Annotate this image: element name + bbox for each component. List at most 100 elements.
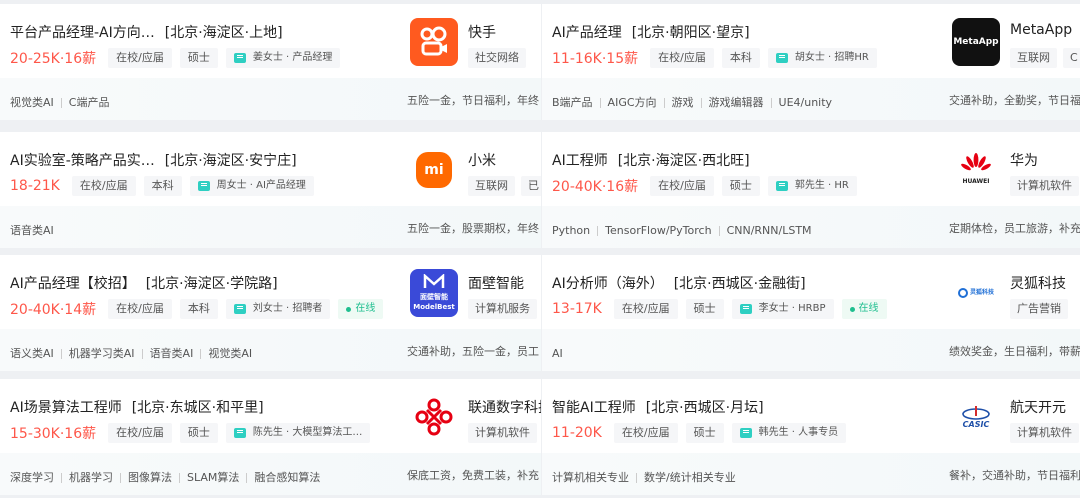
job-card[interactable]: AI场景算法工程师 [北京·东城区·和平里] 15-30K·16薪 在校/应届 硕士 陈先…	[0, 379, 541, 495]
requirement-tag: 硕士	[179, 48, 218, 68]
company-tags: 计算机软件	[1010, 176, 1079, 196]
recruiter-badge[interactable]: 周女士 · AI产品经理	[189, 176, 314, 196]
modelbest-logo[interactable]: 面壁智能 ModelBest	[410, 269, 458, 317]
job-info-row: 11-16K·15薪 在校/应届 本科 胡女士 · 招聘HR	[552, 48, 877, 68]
job-card[interactable]: AI工程师 [北京·海淀区·西北旺] 20-40K·16薪 在校/应届 硕士 郭先生 · …	[542, 132, 1080, 248]
online-status-badge: 在线	[841, 299, 887, 319]
job-title-row: 平台产品经理-AI方向… [北京·海淀区·上地]	[10, 22, 283, 42]
company-name[interactable]: 小米	[468, 150, 496, 170]
recruiter-name: 韩先生 · 人事专员	[758, 427, 839, 438]
company-tags: 计算机软件	[468, 423, 537, 443]
recruiter-name: 周女士 · AI产品经理	[216, 180, 306, 191]
recruiter-name: 陈先生 · 大模型算法工…	[252, 427, 363, 438]
company-name[interactable]: 快手	[468, 22, 496, 42]
chat-icon	[739, 428, 752, 438]
salary: 11-16K·15薪	[552, 51, 639, 67]
recruiter-badge[interactable]: 郭先生 · HR	[767, 176, 857, 196]
job-title[interactable]: AI分析师（海外）	[552, 276, 664, 292]
online-label: 在线	[858, 303, 879, 314]
job-title[interactable]: AI产品经理	[552, 25, 622, 41]
company-name[interactable]: MetaApp	[1010, 22, 1072, 38]
company-tag: 计算机软件	[1010, 176, 1079, 196]
recruiter-badge[interactable]: 韩先生 · 人事专员	[731, 423, 847, 443]
job-info-row: 15-30K·16薪 在校/应届 硕士 陈先生 · 大模型算法工…	[10, 423, 371, 443]
job-location: [北京·西城区·金融街]	[673, 276, 806, 292]
company-name[interactable]: 面壁智能	[468, 273, 524, 293]
recruiter-name: 郭先生 · HR	[794, 180, 849, 191]
job-card[interactable]: 平台产品经理-AI方向… [北京·海淀区·上地] 20-25K·16薪 在校/应届 硕士…	[0, 4, 541, 120]
job-title-row: AI产品经理【校招】 [北京·海淀区·学院路]	[10, 273, 278, 293]
job-title[interactable]: AI工程师	[552, 153, 608, 169]
company-name[interactable]: 航天开元	[1010, 397, 1066, 417]
metaapp-logo[interactable]: MetaApp	[952, 18, 1000, 66]
company-tags: 广告营销	[1010, 299, 1068, 319]
skill-tag: C端产品	[60, 97, 117, 108]
company-tag: 社交网络	[468, 48, 526, 68]
job-location: [北京·东城区·和平里]	[131, 400, 264, 416]
company-name[interactable]: 灵狐科技	[1010, 273, 1066, 293]
requirement-tag: 在校/应届	[108, 299, 172, 319]
company-tags: 计算机软件	[1010, 423, 1079, 443]
job-location: [北京·海淀区·西北旺]	[617, 153, 750, 169]
recruiter-name: 李女士 · HRBP	[758, 303, 826, 314]
job-title[interactable]: 平台产品经理-AI方向…	[10, 25, 155, 41]
company-tag: 广告营销	[1010, 299, 1068, 319]
company-tag: 计算机服务	[468, 299, 537, 319]
requirement-tag: 硕士	[721, 176, 760, 196]
company-name[interactable]: 联通数字科技	[468, 397, 541, 417]
xiaomi-logo[interactable]: mi	[410, 146, 458, 194]
chat-icon	[197, 181, 210, 191]
salary: 20-25K·16薪	[10, 51, 97, 67]
job-title[interactable]: AI产品经理【校招】	[10, 276, 136, 292]
job-title[interactable]: AI场景算法工程师	[10, 400, 122, 416]
unicom-logo[interactable]	[410, 393, 458, 441]
company-tag: C	[1063, 48, 1080, 68]
job-title[interactable]: AI实验室-策略产品实…	[10, 153, 155, 169]
chat-icon	[775, 53, 788, 63]
recruiter-badge[interactable]: 姜女士 · 产品经理	[225, 48, 341, 68]
company-benefits: 交通补助，全勤奖，节日福	[949, 94, 1080, 107]
requirement-tag: 本科	[143, 176, 182, 196]
skill-tag: SLAM算法	[179, 472, 246, 483]
company-benefits: 绩效奖金，生日福利，带薪	[949, 345, 1080, 358]
skill-tag: 融合感知算法	[246, 472, 327, 483]
company-name[interactable]: 华为	[1010, 150, 1038, 170]
chat-icon	[233, 304, 246, 314]
job-card[interactable]: AI产品经理 [北京·朝阳区·望京] 11-16K·15薪 在校/应届 本科 胡女士 · …	[542, 4, 1080, 120]
requirement-tag: 本科	[179, 299, 218, 319]
recruiter-badge[interactable]: 胡女士 · 招聘HR	[767, 48, 877, 68]
chat-icon	[739, 304, 752, 314]
recruiter-name: 姜女士 · 产品经理	[252, 52, 333, 63]
company-tag: 计算机软件	[1010, 423, 1079, 443]
salary: 13-17K	[552, 301, 602, 317]
job-card[interactable]: AI产品经理【校招】 [北京·海淀区·学院路] 20-40K·14薪 在校/应届 本科 刘…	[0, 255, 541, 371]
skill-tag: AIGC方向	[599, 97, 664, 108]
casic-logo[interactable]: CASIC	[952, 393, 1000, 441]
linghu-logo[interactable]: 灵狐科技	[952, 269, 1000, 317]
skill-tags: 计算机相关专业 数学/统计相关专业	[552, 471, 743, 484]
huawei-logo[interactable]: HUAWEI	[952, 146, 1000, 194]
job-column-right: AI产品经理 [北京·朝阳区·望京] 11-16K·15薪 在校/应届 本科 胡女士 · …	[542, 0, 1080, 498]
requirement-tag: 在校/应届	[71, 176, 136, 196]
recruiter-badge[interactable]: 陈先生 · 大模型算法工…	[225, 423, 371, 443]
job-title[interactable]: 智能AI工程师	[552, 400, 636, 416]
skill-tag: 计算机相关专业	[552, 471, 629, 484]
skill-tag: 机器学习类AI	[60, 348, 142, 359]
company-tags: 计算机服务	[468, 299, 537, 319]
job-info-row: 20-25K·16薪 在校/应届 硕士 姜女士 · 产品经理	[10, 48, 341, 68]
recruiter-badge[interactable]: 李女士 · HRBP	[731, 299, 834, 319]
company-tags: 社交网络	[468, 48, 526, 68]
job-info-row: 20-40K·14薪 在校/应届 本科 刘女士 · 招聘者 在线	[10, 299, 384, 319]
requirement-tag: 在校/应届	[650, 48, 714, 68]
skill-tags: Python TensorFlow/PyTorch CNN/RNN/LSTM	[552, 225, 819, 236]
job-card[interactable]: 智能AI工程师 [北京·西城区·月坛] 11-20K 在校/应届 硕士 韩先生 · 人事专…	[542, 379, 1080, 495]
recruiter-badge[interactable]: 刘女士 · 招聘者	[225, 299, 331, 319]
skill-tag: 机器学习	[61, 472, 120, 483]
job-card[interactable]: AI分析师（海外） [北京·西城区·金融街] 13-17K 在校/应届 硕士 李女士 · …	[542, 255, 1080, 371]
skill-tag: 游戏	[663, 97, 701, 108]
job-info-row: 13-17K 在校/应届 硕士 李女士 · HRBP 在线	[552, 299, 887, 319]
job-title-row: AI工程师 [北京·海淀区·西北旺]	[552, 150, 750, 170]
job-card[interactable]: AI实验室-策略产品实… [北京·海淀区·安宁庄] 18-21K 在校/应届 本科 周女士…	[0, 132, 541, 248]
kuaishou-logo[interactable]	[410, 18, 458, 66]
job-column-left: 平台产品经理-AI方向… [北京·海淀区·上地] 20-25K·16薪在校/应届 硕士…	[0, 0, 541, 498]
